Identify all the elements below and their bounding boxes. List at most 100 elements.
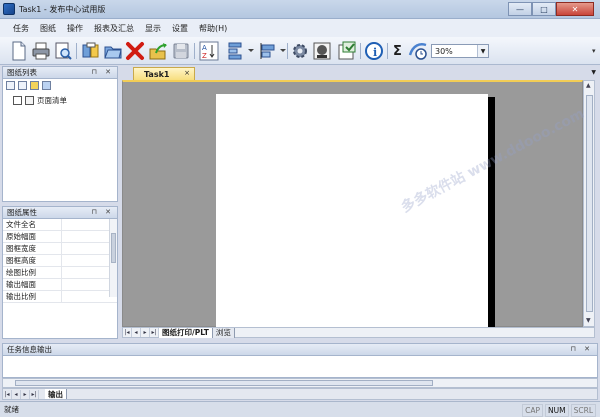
toolbar-separator <box>287 43 288 59</box>
open-folder-icon[interactable] <box>103 41 123 61</box>
toolbar-separator <box>76 43 77 59</box>
sheet-tab-bar: |◂ ◂ ▸ ▸| 图纸打印/PLT 浏览 <box>122 327 595 338</box>
status-num: NUM <box>545 404 569 417</box>
new-document-icon[interactable] <box>9 41 29 61</box>
clock-icon[interactable] <box>408 41 428 61</box>
properties-title: 图纸属性 <box>7 208 37 217</box>
tree-item-label: 页面清单 <box>37 96 67 105</box>
close-button[interactable]: ✕ <box>556 2 594 16</box>
property-label: 图框高度 <box>6 256 36 265</box>
close-icon[interactable]: ✕ <box>584 345 593 353</box>
tab-list-icon[interactable]: ▼ <box>591 69 596 76</box>
nav-prev-icon[interactable]: ◂ <box>12 389 21 399</box>
status-bar: 就绪 CAP NUM SCRL <box>0 401 600 417</box>
tab-task1[interactable]: Task1 × <box>133 67 195 80</box>
property-row[interactable]: 图框高度 <box>3 255 117 267</box>
tree-tool-icon[interactable] <box>42 81 51 90</box>
output-title: 任务信息输出 <box>7 345 52 354</box>
menu-help[interactable]: 帮助(H) <box>199 23 227 34</box>
property-row[interactable]: 图框宽度 <box>3 243 117 255</box>
export-icon[interactable] <box>148 41 168 61</box>
maximize-button[interactable]: □ <box>532 2 556 16</box>
toolbar-separator <box>387 43 388 59</box>
batch-icon[interactable] <box>81 41 101 61</box>
properties-scrollbar[interactable] <box>109 219 117 297</box>
menu-settings[interactable]: 设置 <box>172 23 188 34</box>
print-preview-icon[interactable] <box>53 41 73 61</box>
property-row[interactable]: 输出比例 <box>3 291 117 303</box>
layout-icon[interactable] <box>226 41 246 61</box>
tree-item-page-list[interactable]: 页面清单 <box>13 95 67 106</box>
menu-bar: 任务 图纸 操作 报表及汇总 显示 设置 帮助(H) <box>0 19 600 37</box>
sheet-tab-browse[interactable]: 浏览 <box>212 327 235 338</box>
info-glyph: i <box>373 46 378 59</box>
printer-icon[interactable] <box>31 41 51 61</box>
property-label: 输出幅面 <box>6 280 36 289</box>
nav-first-icon[interactable]: |◂ <box>3 389 12 399</box>
nav-next-icon[interactable]: ▸ <box>21 389 30 399</box>
nav-first-icon[interactable]: |◂ <box>123 328 132 337</box>
drawing-list-panel: 页面清单 <box>2 79 118 202</box>
scroll-up-icon[interactable]: ▲ <box>586 82 591 89</box>
menu-task[interactable]: 任务 <box>13 23 29 34</box>
tree-tool-icon[interactable] <box>18 81 27 90</box>
document-tab-bar: Task1 × ▼ <box>121 66 600 80</box>
menu-report[interactable]: 报表及汇总 <box>94 23 134 34</box>
nav-next-icon[interactable]: ▸ <box>141 328 150 337</box>
toolbar-overflow-icon[interactable]: ▾ <box>592 47 596 55</box>
output-header: 任务信息输出 ⊓ ✕ <box>2 343 598 356</box>
menu-operation[interactable]: 操作 <box>67 23 83 34</box>
tree-tool-icon[interactable] <box>30 81 39 90</box>
window-title: Task1 - 发布中心试用版 <box>19 4 106 14</box>
tree-tool-icon[interactable] <box>6 81 15 90</box>
close-icon[interactable]: ✕ <box>105 68 114 76</box>
align-dropdown-arrow[interactable] <box>280 49 286 52</box>
nav-last-icon[interactable]: ▸| <box>150 328 159 337</box>
pin-icon[interactable]: ⊓ <box>91 208 99 216</box>
nav-last-icon[interactable]: ▸| <box>30 389 39 399</box>
pin-icon[interactable]: ⊓ <box>91 68 99 76</box>
property-label: 输出比例 <box>6 292 36 301</box>
menu-drawing[interactable]: 图纸 <box>40 23 56 34</box>
property-row[interactable]: 绘图比例 <box>3 267 117 279</box>
drawing-canvas[interactable] <box>122 80 583 331</box>
chevron-down-icon[interactable]: ▼ <box>477 45 488 57</box>
layout-dropdown-arrow[interactable] <box>248 49 254 52</box>
svg-text:A: A <box>202 44 207 52</box>
status-text: 就绪 <box>4 405 19 414</box>
sigma-icon[interactable]: Σ <box>393 44 402 59</box>
zoom-select[interactable]: 30% ▼ <box>431 44 489 58</box>
output-tab-bar: |◂ ◂ ▸ ▸| 输出 <box>2 388 598 400</box>
sheet-tab-print[interactable]: 图纸打印/PLT <box>159 327 213 338</box>
publish-icon[interactable] <box>337 41 357 61</box>
checkbox-icon[interactable] <box>13 96 22 105</box>
align-icon[interactable] <box>258 41 278 61</box>
settings-icon[interactable] <box>290 41 310 61</box>
property-row[interactable]: 输出幅面 <box>3 279 117 291</box>
properties-header: 图纸属性 ⊓ ✕ <box>2 206 118 219</box>
toolbar-separator <box>194 43 195 59</box>
menu-view[interactable]: 显示 <box>145 23 161 34</box>
property-row[interactable]: 原始幅面 <box>3 231 117 243</box>
property-row[interactable]: 文件全名 <box>3 219 117 231</box>
property-label: 绘图比例 <box>6 268 36 277</box>
delete-icon[interactable] <box>125 41 145 61</box>
save-icon[interactable] <box>171 41 191 61</box>
close-icon[interactable]: ✕ <box>105 208 114 216</box>
scroll-down-icon[interactable]: ▼ <box>586 317 591 324</box>
drawing-list-title: 图纸列表 <box>7 68 37 77</box>
stamp-icon[interactable] <box>312 41 332 61</box>
sort-az-icon[interactable]: AZ <box>199 41 219 61</box>
scrollbar-thumb[interactable] <box>586 95 593 312</box>
toolbar-separator <box>360 43 361 59</box>
output-horizontal-scrollbar[interactable] <box>2 378 598 388</box>
tab-close-icon[interactable]: × <box>184 69 190 77</box>
nav-prev-icon[interactable]: ◂ <box>132 328 141 337</box>
property-label: 文件全名 <box>6 220 36 229</box>
output-content <box>2 356 598 378</box>
tab-output[interactable]: 输出 <box>45 389 67 399</box>
property-label: 原始幅面 <box>6 232 36 241</box>
pin-icon[interactable]: ⊓ <box>570 345 578 353</box>
minimize-button[interactable]: — <box>508 2 532 16</box>
drawing-page[interactable] <box>216 94 488 328</box>
